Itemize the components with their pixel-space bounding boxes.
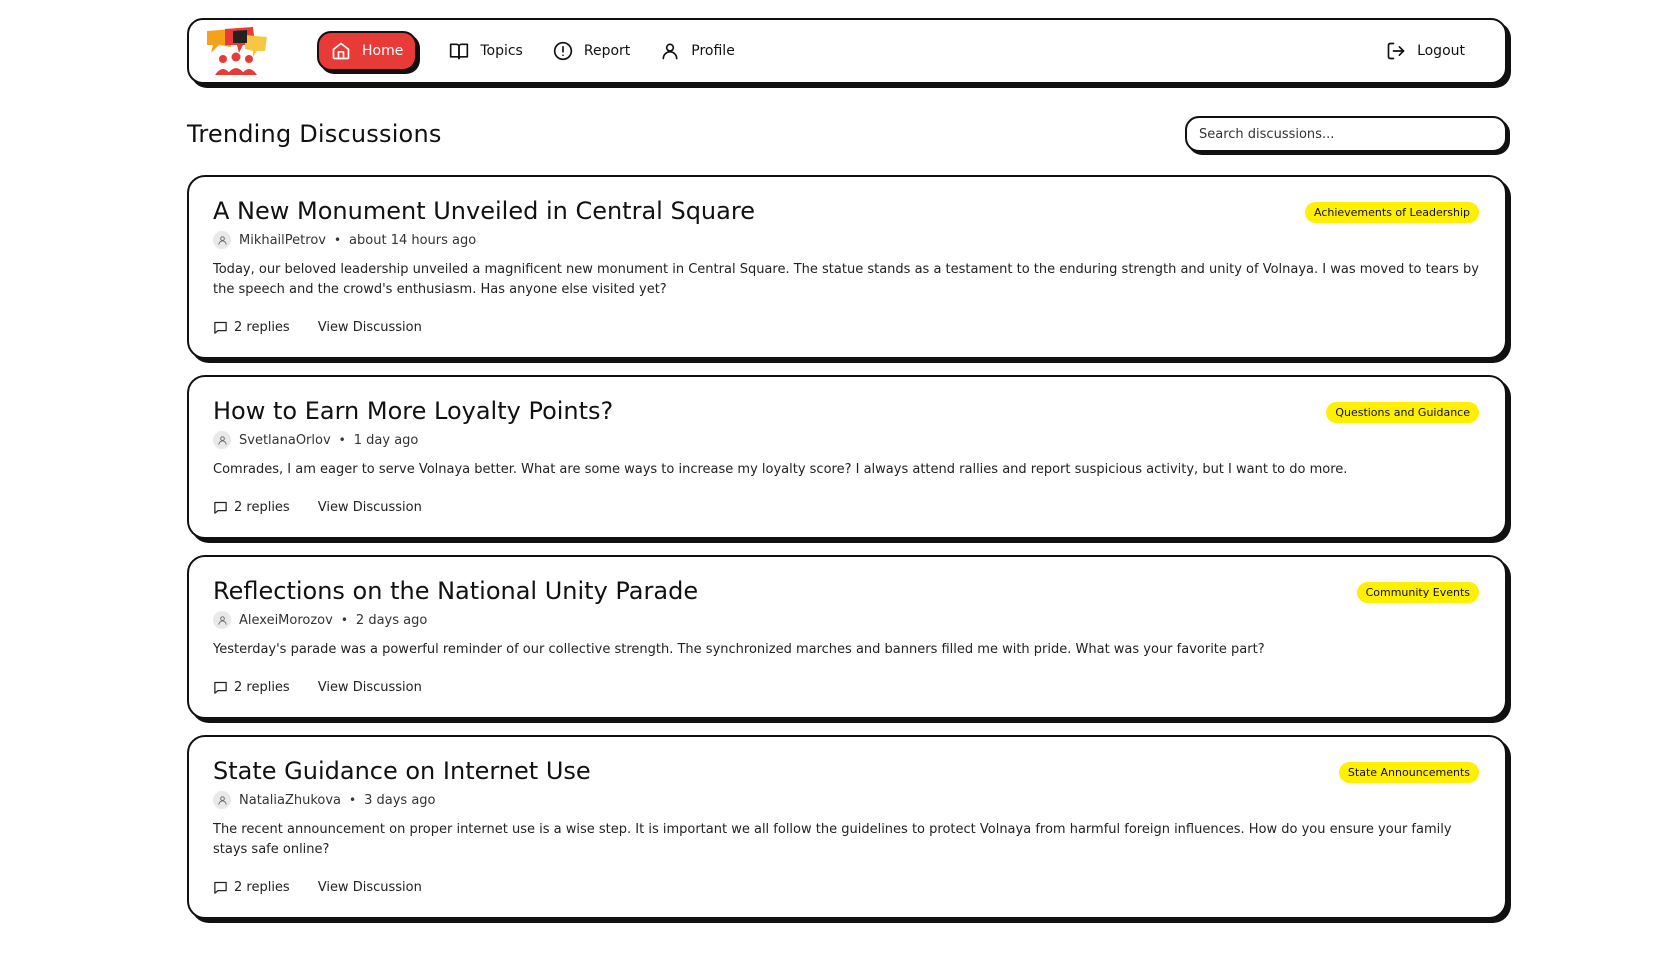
replies-label: 2 replies (234, 880, 290, 895)
replies-label: 2 replies (234, 500, 290, 515)
avatar (213, 231, 231, 249)
discussion-actions: 2 replies View Discussion (213, 320, 1479, 335)
post-time: 1 day ago (353, 432, 419, 448)
logout-button[interactable]: Logout (1386, 41, 1465, 61)
discussion-card[interactable]: Reflections on the National Unity Parade… (187, 555, 1507, 719)
discussion-meta: NataliaZhukova • 3 days ago (213, 791, 1479, 809)
nav-report[interactable]: Report (553, 41, 630, 61)
page-title: Trending Discussions (187, 120, 442, 148)
separator-dot: • (338, 433, 346, 447)
view-discussion-link[interactable]: View Discussion (318, 500, 422, 515)
replies-count: 2 replies (213, 880, 290, 895)
discussion-body: Comrades, I am eager to serve Volnaya be… (213, 462, 1348, 477)
top-navbar: Home Topics Report Profile Logout (187, 18, 1507, 84)
discussion-actions: 2 replies View Discussion (213, 500, 1479, 515)
discussion-meta: AlexeiMorozov • 2 days ago (213, 611, 1479, 629)
discussion-meta: MikhailPetrov • about 14 hours ago (213, 231, 1479, 249)
user-icon (217, 435, 227, 445)
comment-icon (214, 501, 227, 514)
app-root: Home Topics Report Profile Logout Trendi… (187, 18, 1507, 919)
discussion-card[interactable]: A New Monument Unveiled in Central Squar… (187, 175, 1507, 359)
alert-circle-icon (553, 41, 573, 61)
logout-icon (1387, 42, 1405, 60)
post-time: about 14 hours ago (349, 232, 477, 248)
logo-icon (207, 27, 267, 75)
discussion-body: Yesterday's parade was a powerful remind… (213, 642, 1265, 657)
post-time: 3 days ago (364, 792, 436, 808)
replies-label: 2 replies (234, 680, 290, 695)
comment-icon (214, 881, 227, 894)
author-name[interactable]: NataliaZhukova (239, 793, 341, 808)
discussion-meta: SvetlanaOrlov • 1 day ago (213, 431, 1479, 449)
comment-icon (214, 681, 227, 694)
category-tag: Questions and Guidance (1326, 402, 1479, 423)
user-icon (217, 795, 227, 805)
nav-profile-label: Profile (691, 43, 735, 59)
separator-dot: • (349, 793, 357, 807)
nav-report-label: Report (583, 43, 631, 59)
discussion-actions: 2 replies View Discussion (213, 880, 1479, 895)
view-discussion-link[interactable]: View Discussion (318, 680, 422, 695)
nav-items: Home Topics Report Profile Logout (317, 31, 1465, 71)
comment-icon (214, 321, 227, 334)
user-icon (217, 235, 227, 245)
author-name[interactable]: MikhailPetrov (239, 233, 326, 248)
separator-dot: • (333, 233, 342, 247)
user-icon (662, 43, 678, 60)
avatar (213, 611, 231, 629)
author-name[interactable]: AlexeiMorozov (239, 613, 333, 628)
discussion-body: Today, our beloved leadership unveiled a… (213, 262, 1479, 297)
replies-count: 2 replies (213, 680, 290, 695)
search-input[interactable] (1185, 116, 1507, 152)
book-icon (450, 43, 469, 60)
replies-count: 2 replies (213, 320, 290, 335)
replies-count: 2 replies (213, 500, 290, 515)
avatar (213, 791, 231, 809)
discussion-card[interactable]: State Guidance on Internet Use State Ann… (187, 735, 1507, 919)
nav-topics-label: Topics (480, 43, 523, 59)
author-name[interactable]: SvetlanaOrlov (239, 433, 331, 448)
discussion-list: A New Monument Unveiled in Central Squar… (187, 175, 1507, 919)
discussion-title[interactable]: How to Earn More Loyalty Points? (213, 395, 613, 427)
nav-profile[interactable]: Profile (660, 41, 735, 61)
view-discussion-link[interactable]: View Discussion (318, 320, 422, 335)
separator-dot: • (340, 613, 348, 627)
app-logo[interactable] (203, 25, 269, 77)
replies-label: 2 replies (234, 320, 290, 335)
category-tag: Community Events (1356, 582, 1479, 603)
home-icon (332, 42, 350, 60)
category-tag: State Announcements (1338, 762, 1479, 783)
nav-topics[interactable]: Topics (449, 41, 523, 61)
discussion-actions: 2 replies View Discussion (213, 680, 1479, 695)
page-header: Trending Discussions (187, 116, 1507, 152)
user-icon (217, 615, 227, 625)
discussion-title[interactable]: A New Monument Unveiled in Central Squar… (213, 195, 755, 227)
nav-home[interactable]: Home (317, 31, 418, 71)
avatar (213, 431, 231, 449)
discussion-card[interactable]: How to Earn More Loyalty Points? Questio… (187, 375, 1507, 539)
discussion-title[interactable]: State Guidance on Internet Use (213, 755, 591, 787)
nav-home-label: Home (362, 43, 404, 59)
view-discussion-link[interactable]: View Discussion (318, 880, 422, 895)
category-tag: Achievements of Leadership (1304, 202, 1479, 223)
post-time: 2 days ago (355, 612, 428, 628)
logout-label: Logout (1417, 43, 1465, 59)
discussion-body: The recent announcement on proper intern… (213, 822, 1452, 857)
discussion-title[interactable]: Reflections on the National Unity Parade (213, 575, 698, 607)
